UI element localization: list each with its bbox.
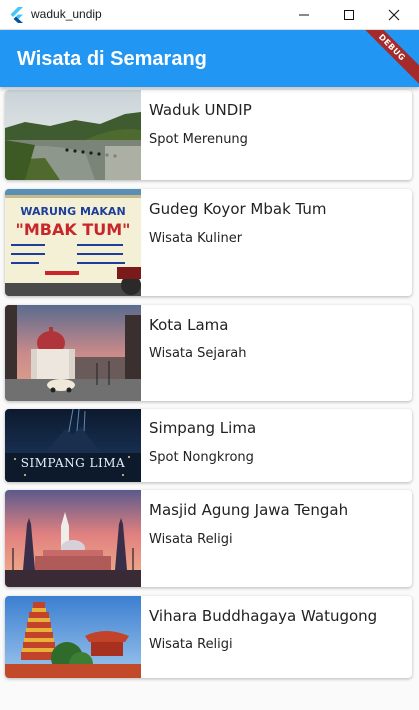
close-icon xyxy=(388,9,400,21)
old-town-church-photo xyxy=(5,305,141,401)
minimize-icon xyxy=(299,14,309,16)
place-category: Spot Merenung xyxy=(149,132,248,147)
list-item[interactable]: Masjid Agung Jawa Tengah Wisata Religi xyxy=(5,490,412,587)
list-item[interactable]: SIMPANG LIMA Simpang Lima Spot Nongkrong xyxy=(5,409,412,482)
debug-banner: DEBUG xyxy=(348,30,419,87)
flutter-logo-icon xyxy=(10,7,23,23)
warung-makan-sign-photo: WARUNG MAKAN "MBAK TUM" xyxy=(5,189,141,296)
list-item[interactable]: WARUNG MAKAN "MBAK TUM" Gudeg Koyor Mbak… xyxy=(5,189,412,296)
sign-text: SIMPANG LIMA xyxy=(21,456,125,470)
place-category: Wisata Religi xyxy=(149,532,233,547)
app-bar: Wisata di Semarang DEBUG xyxy=(0,30,419,87)
list-item[interactable]: Vihara Buddhagaya Watugong Wisata Religi xyxy=(5,596,412,678)
maximize-icon xyxy=(344,10,354,20)
place-category: Wisata Sejarah xyxy=(149,346,247,361)
close-button[interactable] xyxy=(371,0,417,30)
place-name: Kota Lama xyxy=(149,316,229,334)
sign-line-2: "MBAK TUM" xyxy=(16,220,131,239)
place-name: Gudeg Koyor Mbak Tum xyxy=(149,200,327,218)
maximize-button[interactable] xyxy=(326,0,372,30)
place-name: Waduk UNDIP xyxy=(149,101,252,119)
list-item[interactable]: Kota Lama Wisata Sejarah xyxy=(5,305,412,401)
place-category: Wisata Religi xyxy=(149,637,233,652)
place-category: Wisata Kuliner xyxy=(149,231,243,246)
grand-mosque-photo xyxy=(5,490,141,587)
page-title: Wisata di Semarang xyxy=(17,48,207,70)
list-item[interactable]: Waduk UNDIP Spot Merenung xyxy=(5,90,412,180)
place-name: Vihara Buddhagaya Watugong xyxy=(149,607,378,625)
place-category: Spot Nongkrong xyxy=(149,450,254,465)
pagoda-photo xyxy=(5,596,141,678)
reservoir-photo xyxy=(5,90,141,180)
simpang-lima-night-photo: SIMPANG LIMA xyxy=(5,409,141,482)
place-name: Masjid Agung Jawa Tengah xyxy=(149,501,349,519)
bottom-edge xyxy=(0,683,419,710)
window-titlebar: waduk_undip xyxy=(0,0,419,30)
place-name: Simpang Lima xyxy=(149,419,257,437)
minimize-button[interactable] xyxy=(281,0,327,30)
window-title: waduk_undip xyxy=(31,7,102,21)
sign-line-1: WARUNG MAKAN xyxy=(20,205,125,218)
